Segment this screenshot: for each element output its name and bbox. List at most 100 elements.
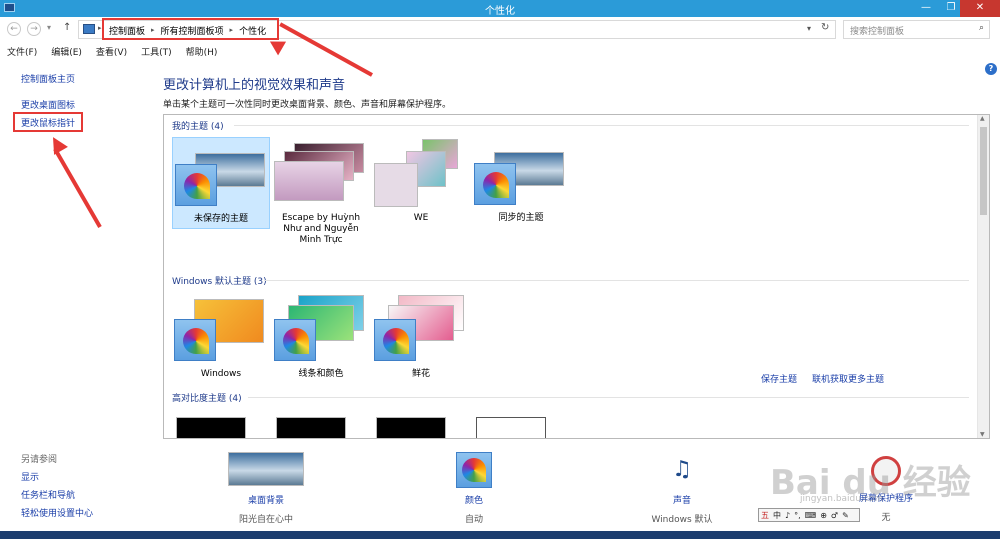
save-theme-link[interactable]: 保存主题 [761, 372, 797, 385]
ime-punctuation-icon[interactable]: °, [794, 511, 801, 520]
color-fan-icon [183, 328, 209, 354]
section-header-my-themes: 我的主题 (4) [172, 122, 224, 132]
color-fan-icon [283, 328, 309, 354]
see-also-header: 另请参阅 [21, 455, 58, 465]
theme-lines-colors[interactable]: 线条和颜色 [272, 293, 370, 385]
color-item[interactable]: 颜色 自动 [424, 452, 524, 525]
ime-tools-icon[interactable]: ✎ [842, 511, 849, 520]
minimize-button[interactable]: — [915, 0, 937, 17]
desktop-background-label[interactable]: 桌面背景 [216, 493, 316, 506]
theme-flowers[interactable]: 鲜花 [372, 293, 470, 385]
see-also-ease-of-access[interactable]: 轻松使用设置中心 [21, 506, 93, 519]
chevron-right-icon: ▸ [98, 24, 102, 32]
desktop-background-item[interactable]: 桌面背景 阳光自在心中 [216, 452, 316, 525]
sidebar-item-desktop-icons[interactable]: 更改桌面图标 [21, 98, 75, 111]
color-fan-icon [383, 328, 409, 354]
see-also-display[interactable]: 显示 [21, 470, 39, 483]
color-label[interactable]: 颜色 [424, 493, 524, 506]
desktop-background-value: 阳光自在心中 [238, 515, 293, 525]
theme-label: 未保存的主题 [193, 214, 248, 224]
theme-windows[interactable]: Windows [172, 293, 270, 385]
ime-moon-icon[interactable]: ♪ [785, 511, 790, 520]
color-value: 自动 [464, 515, 483, 525]
address-dropdown-button[interactable]: ▾ [807, 24, 811, 33]
sidebar-highlight [13, 112, 83, 132]
page-subtitle: 单击某个主题可一次性同时更改桌面背景、颜色、声音和屏幕保护程序。 [163, 100, 452, 110]
ime-wubi-icon[interactable]: 五 [761, 510, 769, 521]
sidebar-home-link[interactable]: 控制面板主页 [21, 72, 75, 85]
menu-edit[interactable]: 编辑(E) [51, 45, 82, 58]
color-icon [456, 452, 492, 488]
color-icon [474, 163, 516, 205]
theme-label: 鲜花 [411, 369, 430, 379]
theme-preview [374, 163, 418, 207]
theme-synced[interactable]: 同步的主题 [472, 137, 570, 229]
color-icon [175, 164, 217, 206]
color-icon [374, 319, 416, 361]
sound-value: Windows 默认 [651, 515, 713, 525]
theme-list: ▲ ▼ 我的主题 (4) 未保存的主题 Escape by Huỳnh Như … [163, 114, 990, 439]
breadcrumb-highlight [102, 18, 279, 40]
ime-user-icon[interactable]: ♂ [831, 511, 838, 520]
page-title: 更改计算机上的视觉效果和声音 [163, 78, 346, 93]
see-also-taskbar[interactable]: 任务栏和导航 [21, 488, 75, 501]
contrast-theme-preview[interactable] [276, 417, 346, 438]
search-input[interactable]: 搜索控制面板 ⌕ [843, 20, 990, 39]
up-button[interactable]: ↑ [63, 22, 71, 33]
theme-label: 线条和颜色 [298, 369, 344, 379]
recent-dropdown-icon[interactable]: ▾ [47, 23, 51, 32]
window-title: 个性化 [485, 6, 515, 17]
search-placeholder: 搜索控制面板 [850, 27, 905, 37]
divider [264, 280, 969, 281]
menu-help[interactable]: 帮助(H) [186, 45, 218, 58]
refresh-button[interactable]: ↻ [821, 22, 829, 33]
ime-toolbar[interactable]: 五 中 ♪ °, ⌨ ⊕ ♂ ✎ [758, 508, 860, 522]
divider [234, 125, 969, 126]
ime-globe-icon[interactable]: ⊕ [820, 511, 827, 520]
theme-unsaved[interactable]: 未保存的主题 [172, 137, 270, 229]
scrollbar[interactable]: ▲ ▼ [977, 115, 989, 438]
watermark-url: jingyan.baidu.com [800, 494, 884, 504]
menu-file[interactable]: 文件(F) [7, 45, 37, 58]
desktop-background-icon [228, 452, 304, 486]
color-fan-icon [184, 173, 210, 199]
menu-view[interactable]: 查看(V) [96, 45, 127, 58]
annotation-arrow [53, 148, 102, 228]
color-icon [274, 319, 316, 361]
contrast-theme-preview[interactable] [376, 417, 446, 438]
control-panel-icon [83, 24, 95, 34]
theme-preview [274, 161, 344, 201]
scrollbar-thumb[interactable] [980, 127, 987, 215]
taskbar[interactable] [0, 531, 1000, 539]
help-icon[interactable]: ? [985, 63, 997, 75]
theme-we[interactable]: WE [372, 137, 470, 229]
close-button[interactable]: ✕ [960, 0, 1000, 17]
menu-bar: 文件(F) 编辑(E) 查看(V) 工具(T) 帮助(H) [0, 43, 1000, 60]
ime-chinese-icon[interactable]: 中 [773, 510, 781, 521]
title-bar: 个性化 — ❐ ✕ [0, 0, 1000, 17]
theme-label: WE [413, 213, 429, 223]
scroll-up-icon[interactable]: ▲ [980, 115, 985, 122]
scroll-down-icon[interactable]: ▼ [980, 431, 985, 438]
annotation-arrowhead [46, 133, 68, 155]
sound-icon: ♫ [672, 457, 692, 482]
section-header-windows-themes: Windows 默认主题 (3) [172, 277, 267, 287]
divider [248, 397, 969, 398]
contrast-theme-preview[interactable] [176, 417, 246, 438]
ime-keyboard-icon[interactable]: ⌨ [805, 511, 817, 520]
back-button[interactable]: ← [7, 22, 21, 36]
search-icon[interactable]: ⌕ [979, 23, 984, 33]
maximize-button[interactable]: ❐ [940, 0, 962, 17]
contrast-theme-preview[interactable] [476, 417, 546, 438]
theme-label: Windows [200, 369, 242, 379]
theme-escape[interactable]: Escape by Huỳnh Như and Nguyễn Minh Trực [272, 137, 370, 245]
get-more-themes-link[interactable]: 联机获取更多主题 [812, 372, 884, 385]
color-icon [174, 319, 216, 361]
color-fan-icon [483, 172, 509, 198]
menu-tools[interactable]: 工具(T) [141, 45, 172, 58]
sound-item[interactable]: ♫ 声音 Windows 默认 [632, 452, 732, 525]
sound-label[interactable]: 声音 [632, 493, 732, 506]
section-header-contrast-themes: 高对比度主题 (4) [172, 394, 242, 404]
theme-label: Escape by Huỳnh Như and Nguyễn Minh Trực [281, 213, 361, 245]
forward-button[interactable]: → [27, 22, 41, 36]
